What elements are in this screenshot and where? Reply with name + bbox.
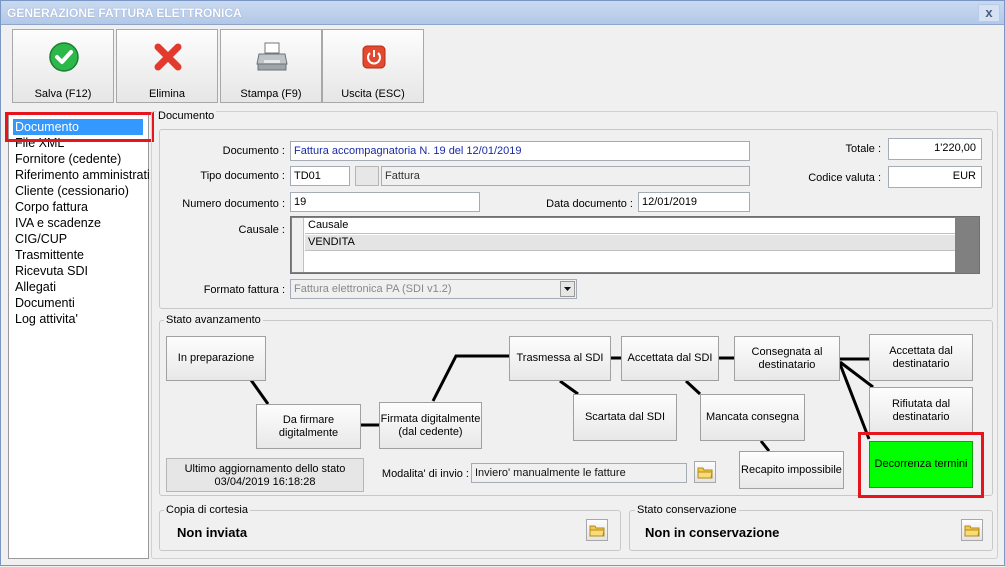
node-consegnata: Consegnata al destinatario — [734, 336, 840, 381]
ultimo-aggiornamento-label: Ultimo aggiornamento dello stato — [184, 463, 346, 475]
folder-icon — [964, 525, 980, 537]
stato-conservazione-label: Stato conservazione — [635, 504, 739, 516]
node-accettata-destinatario: Accettata dal destinatario — [869, 334, 973, 381]
node-scartata: Scartata dal SDI — [573, 394, 677, 441]
stato-conservazione-folder-button[interactable] — [961, 519, 983, 541]
connector-mancata-recapito — [759, 440, 771, 452]
highlight-box-decorrenza — [858, 432, 984, 498]
connector-accettata-mancata — [684, 379, 702, 396]
node-da-firmare: Da firmare digitalmente — [256, 404, 361, 449]
node-rifiutata-destinatario: Rifiutata dal destinatario — [869, 387, 973, 434]
connector-firmata-trasmessa — [431, 354, 509, 402]
folder-icon — [697, 467, 713, 479]
copia-cortesia-folder-button[interactable] — [586, 519, 608, 541]
folder-icon — [589, 525, 605, 537]
node-mancata-consegna: Mancata consegna — [700, 394, 805, 441]
node-recapito-impossibile: Recapito impossibile — [739, 451, 844, 489]
modalita-invio-label: Modalita' di invio : — [381, 468, 469, 480]
connector-trasmessa-scartata — [559, 379, 579, 396]
modalita-invio-folder-button[interactable] — [694, 461, 716, 483]
modalita-invio-field: Inviero' manualmente le fatture — [471, 463, 687, 483]
node-firmata: Firmata digitalmente (dal cedente) — [379, 402, 482, 449]
node-trasmessa: Trasmessa al SDI — [509, 336, 611, 381]
ultimo-aggiornamento-panel: Ultimo aggiornamento dello stato 03/04/2… — [166, 458, 364, 492]
connector-consegnata-decorrenza — [838, 363, 871, 440]
copia-cortesia-value: Non inviata — [177, 525, 248, 540]
copia-cortesia-label: Copia di cortesia — [164, 504, 250, 516]
connector-preparazione-firmare — [249, 379, 270, 405]
ultimo-aggiornamento-value: 03/04/2019 16:18:28 — [214, 476, 316, 488]
node-accettata-sdi: Accettata dal SDI — [621, 336, 719, 381]
stato-conservazione-value: Non in conservazione — [645, 525, 780, 540]
main-window: GENERAZIONE FATTURA ELETTRONICA x Salva … — [0, 0, 1005, 566]
node-in-preparazione: In preparazione — [166, 336, 266, 381]
